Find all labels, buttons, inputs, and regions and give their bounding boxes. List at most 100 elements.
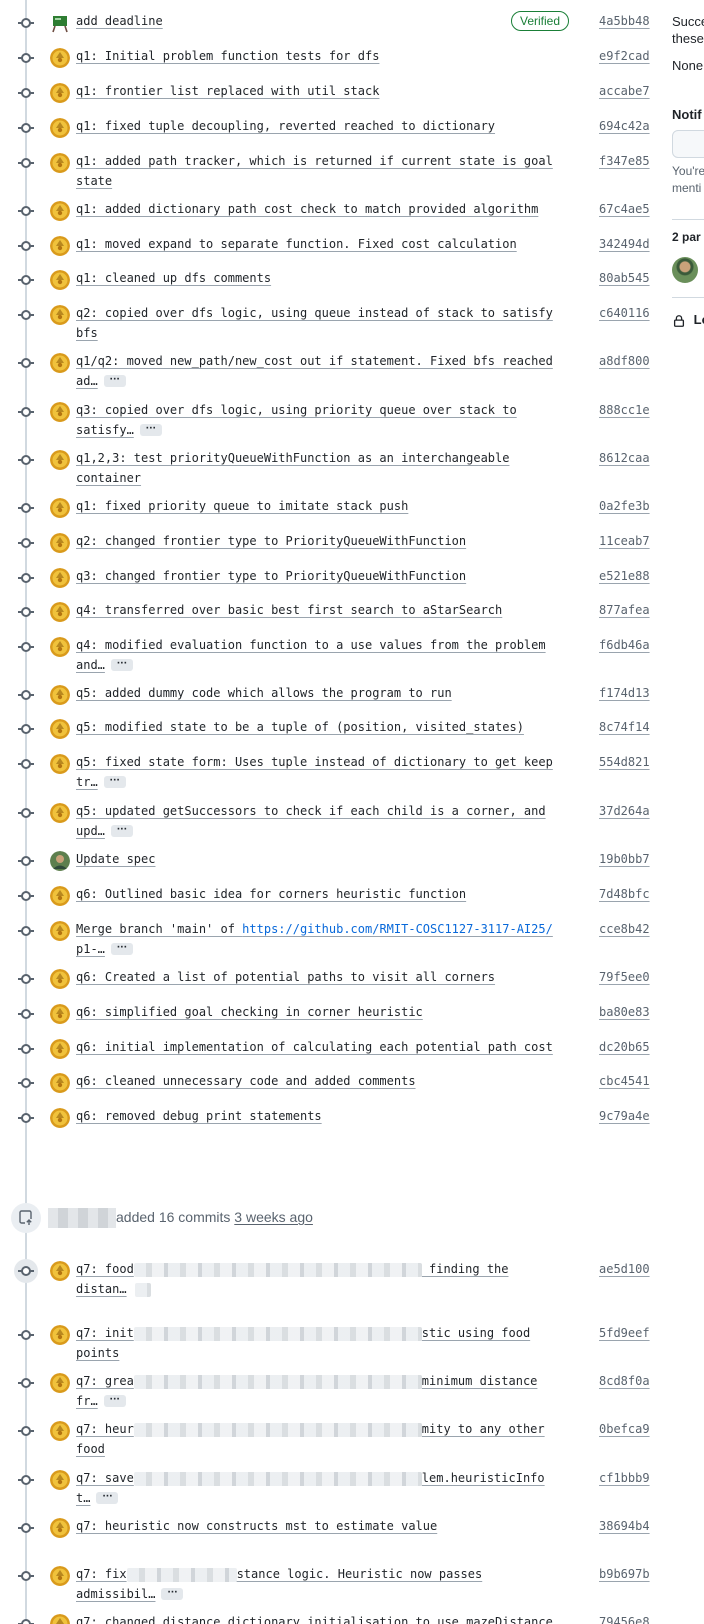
commit-sha-link[interactable]: accabe7 bbox=[599, 81, 650, 101]
author-avatar[interactable] bbox=[50, 969, 70, 989]
commit-message-text[interactable]: q7: food bbox=[76, 1262, 134, 1276]
commit-message-text[interactable]: q6: Created a list of potential paths to… bbox=[76, 970, 495, 984]
commit-message[interactable]: q5: modified state to be a tuple of (pos… bbox=[76, 717, 566, 737]
commit-message[interactable]: q7: heuristic now constructs mst to esti… bbox=[76, 1516, 566, 1536]
commit-message[interactable]: q4: modified evaluation function to a us… bbox=[76, 635, 566, 675]
commit-message-continued[interactable]: fr… bbox=[76, 1394, 98, 1408]
commit-message-text[interactable]: q1: cleaned up dfs comments bbox=[76, 271, 271, 285]
author-avatar[interactable] bbox=[50, 236, 70, 256]
author-avatar[interactable] bbox=[50, 1518, 70, 1538]
author-avatar-photo[interactable] bbox=[50, 851, 70, 871]
commit-message-continued[interactable]: points bbox=[76, 1346, 119, 1360]
commit-message[interactable]: q1: Initial problem function tests for d… bbox=[76, 46, 566, 66]
commit-message[interactable]: q7: save lem.heuristicInfo t… ··· bbox=[76, 1468, 566, 1508]
commit-message[interactable]: q5: fixed state form: Uses tuple instead… bbox=[76, 752, 566, 792]
commit-message-continued[interactable]: admissibil… bbox=[76, 1587, 155, 1601]
commit-message-text[interactable]: q5: updated getSuccessors to check if ea… bbox=[76, 804, 546, 818]
author-avatar[interactable] bbox=[50, 1614, 70, 1624]
commit-message-text[interactable]: q4: modified evaluation function to a us… bbox=[76, 638, 546, 652]
commit-sha-link[interactable]: f6db46a bbox=[599, 635, 650, 655]
commit-message[interactable]: add deadline bbox=[76, 11, 566, 31]
commit-message[interactable]: q1,2,3: test priorityQueueWithFunction a… bbox=[76, 448, 566, 488]
author-avatar[interactable] bbox=[50, 48, 70, 68]
commit-message-text[interactable]: q7: heur bbox=[76, 1422, 134, 1436]
commit-message[interactable]: q2: copied over dfs logic, using queue i… bbox=[76, 303, 566, 343]
commit-message-text[interactable]: q1: Initial problem function tests for d… bbox=[76, 49, 379, 63]
expand-message-button[interactable]: ··· bbox=[103, 1394, 126, 1407]
commit-message[interactable]: q6: removed debug print statements bbox=[76, 1106, 566, 1126]
commit-message-continued[interactable]: distan… bbox=[76, 1282, 127, 1296]
verified-badge[interactable]: Verified bbox=[511, 11, 570, 31]
commit-sha-link[interactable]: 67c4ae5 bbox=[599, 199, 650, 219]
author-avatar[interactable] bbox=[50, 270, 70, 290]
commit-message[interactable]: q3: copied over dfs logic, using priorit… bbox=[76, 400, 566, 440]
expand-message-button[interactable]: ··· bbox=[110, 824, 133, 837]
commit-message[interactable]: q6: initial implementation of calculatin… bbox=[76, 1037, 566, 1057]
commit-message-text[interactable]: q1: moved expand to separate function. F… bbox=[76, 237, 517, 251]
commit-message-text[interactable]: q3: copied over dfs logic, using priorit… bbox=[76, 403, 517, 417]
commit-message[interactable]: q5: updated getSuccessors to check if ea… bbox=[76, 801, 566, 841]
author-avatar[interactable] bbox=[50, 1073, 70, 1093]
commit-sha-link[interactable]: 5fd9eef bbox=[599, 1323, 650, 1343]
commit-message-text[interactable]: q6: simplified goal checking in corner h… bbox=[76, 1005, 423, 1019]
commit-sha-link[interactable]: 11ceab7 bbox=[599, 531, 650, 551]
expand-message-button[interactable]: ··· bbox=[139, 423, 162, 436]
commit-message[interactable]: q6: simplified goal checking in corner h… bbox=[76, 1002, 566, 1022]
commit-sha-link[interactable]: 8c74f14 bbox=[599, 717, 650, 737]
commit-message-text[interactable]: q1,2,3: test priorityQueueWithFunction a… bbox=[76, 451, 509, 465]
expand-message-button[interactable]: ··· bbox=[103, 775, 126, 788]
author-avatar[interactable] bbox=[50, 719, 70, 739]
commit-message-text[interactable]: q2: changed frontier type to PriorityQue… bbox=[76, 534, 466, 548]
commit-sha-link[interactable]: 694c42a bbox=[599, 116, 650, 136]
commit-message-text[interactable]: q1: fixed tuple decoupling, reverted rea… bbox=[76, 119, 495, 133]
commit-message-continued[interactable]: satisfy… bbox=[76, 423, 134, 437]
expand-message-button[interactable]: ··· bbox=[103, 374, 126, 387]
commit-message-continued[interactable]: state bbox=[76, 174, 112, 188]
expand-message-button[interactable]: ··· bbox=[110, 658, 133, 671]
commit-sha-link[interactable]: a8df800 bbox=[599, 351, 650, 371]
commit-sha-link[interactable]: cf1bbb9 bbox=[599, 1468, 650, 1488]
author-avatar[interactable] bbox=[50, 1325, 70, 1345]
commit-message-text[interactable]: q6: removed debug print statements bbox=[76, 1109, 322, 1123]
author-avatar[interactable] bbox=[50, 1004, 70, 1024]
commit-sha-link[interactable]: 342494d bbox=[599, 234, 650, 254]
commit-message-text[interactable]: q5: fixed state form: Uses tuple instead… bbox=[76, 755, 553, 769]
commit-sha-link[interactable]: f347e85 bbox=[599, 151, 650, 171]
commit-message-text[interactable]: q2: copied over dfs logic, using queue i… bbox=[76, 306, 553, 320]
author-avatar[interactable] bbox=[50, 402, 70, 422]
commit-sha-link[interactable]: 80ab545 bbox=[599, 268, 650, 288]
author-avatar[interactable] bbox=[50, 353, 70, 373]
commit-sha-link[interactable]: dc20b65 bbox=[599, 1037, 650, 1057]
commit-message[interactable]: q1: fixed priority queue to imitate stac… bbox=[76, 496, 566, 516]
commit-message-text[interactable]: q3: changed frontier type to PriorityQue… bbox=[76, 569, 466, 583]
commit-message-text[interactable]: q1/q2: moved new_path/new_cost out if st… bbox=[76, 354, 553, 368]
commit-message[interactable]: q1: cleaned up dfs comments bbox=[76, 268, 566, 288]
commit-message-text[interactable]: q6: initial implementation of calculatin… bbox=[76, 1040, 553, 1054]
author-avatar-sign[interactable] bbox=[50, 13, 70, 33]
commit-sha-link[interactable]: cbc4541 bbox=[599, 1071, 650, 1091]
commit-message[interactable]: q3: changed frontier type to PriorityQue… bbox=[76, 566, 566, 586]
commit-message[interactable]: Update spec bbox=[76, 849, 566, 869]
commit-sha-link[interactable]: 79456e8 bbox=[599, 1612, 650, 1624]
commit-message[interactable]: q7: grea minimum distance fr… ··· bbox=[76, 1371, 566, 1411]
commit-message-text[interactable]: q7: heuristic now constructs mst to esti… bbox=[76, 1519, 437, 1533]
commit-message-text[interactable]: q7: changed distance dictionary initiali… bbox=[76, 1615, 553, 1624]
commit-message-text[interactable]: Update spec bbox=[76, 852, 155, 866]
author-avatar[interactable] bbox=[50, 602, 70, 622]
commit-message-continued[interactable]: ad… bbox=[76, 374, 98, 388]
commit-sha-link[interactable]: 9c79a4e bbox=[599, 1106, 650, 1126]
commit-message-text[interactable]: q4: transferred over basic best first se… bbox=[76, 603, 502, 617]
author-avatar[interactable] bbox=[50, 1373, 70, 1393]
commit-message[interactable]: q6: cleaned unnecessary code and added c… bbox=[76, 1071, 566, 1091]
commit-message[interactable]: q7: init stic using food points bbox=[76, 1323, 566, 1363]
commit-message[interactable]: q1: frontier list replaced with util sta… bbox=[76, 81, 566, 101]
commit-message-text[interactable]: q1: added path tracker, which is returne… bbox=[76, 154, 553, 168]
author-avatar[interactable] bbox=[50, 201, 70, 221]
subscribe-button[interactable] bbox=[672, 130, 704, 158]
author-avatar[interactable] bbox=[50, 886, 70, 906]
author-avatar[interactable] bbox=[50, 305, 70, 325]
commit-message[interactable]: q2: changed frontier type to PriorityQue… bbox=[76, 531, 566, 551]
author-avatar[interactable] bbox=[50, 498, 70, 518]
participant-avatar[interactable] bbox=[672, 257, 698, 283]
commit-message-continued[interactable]: container bbox=[76, 471, 141, 485]
